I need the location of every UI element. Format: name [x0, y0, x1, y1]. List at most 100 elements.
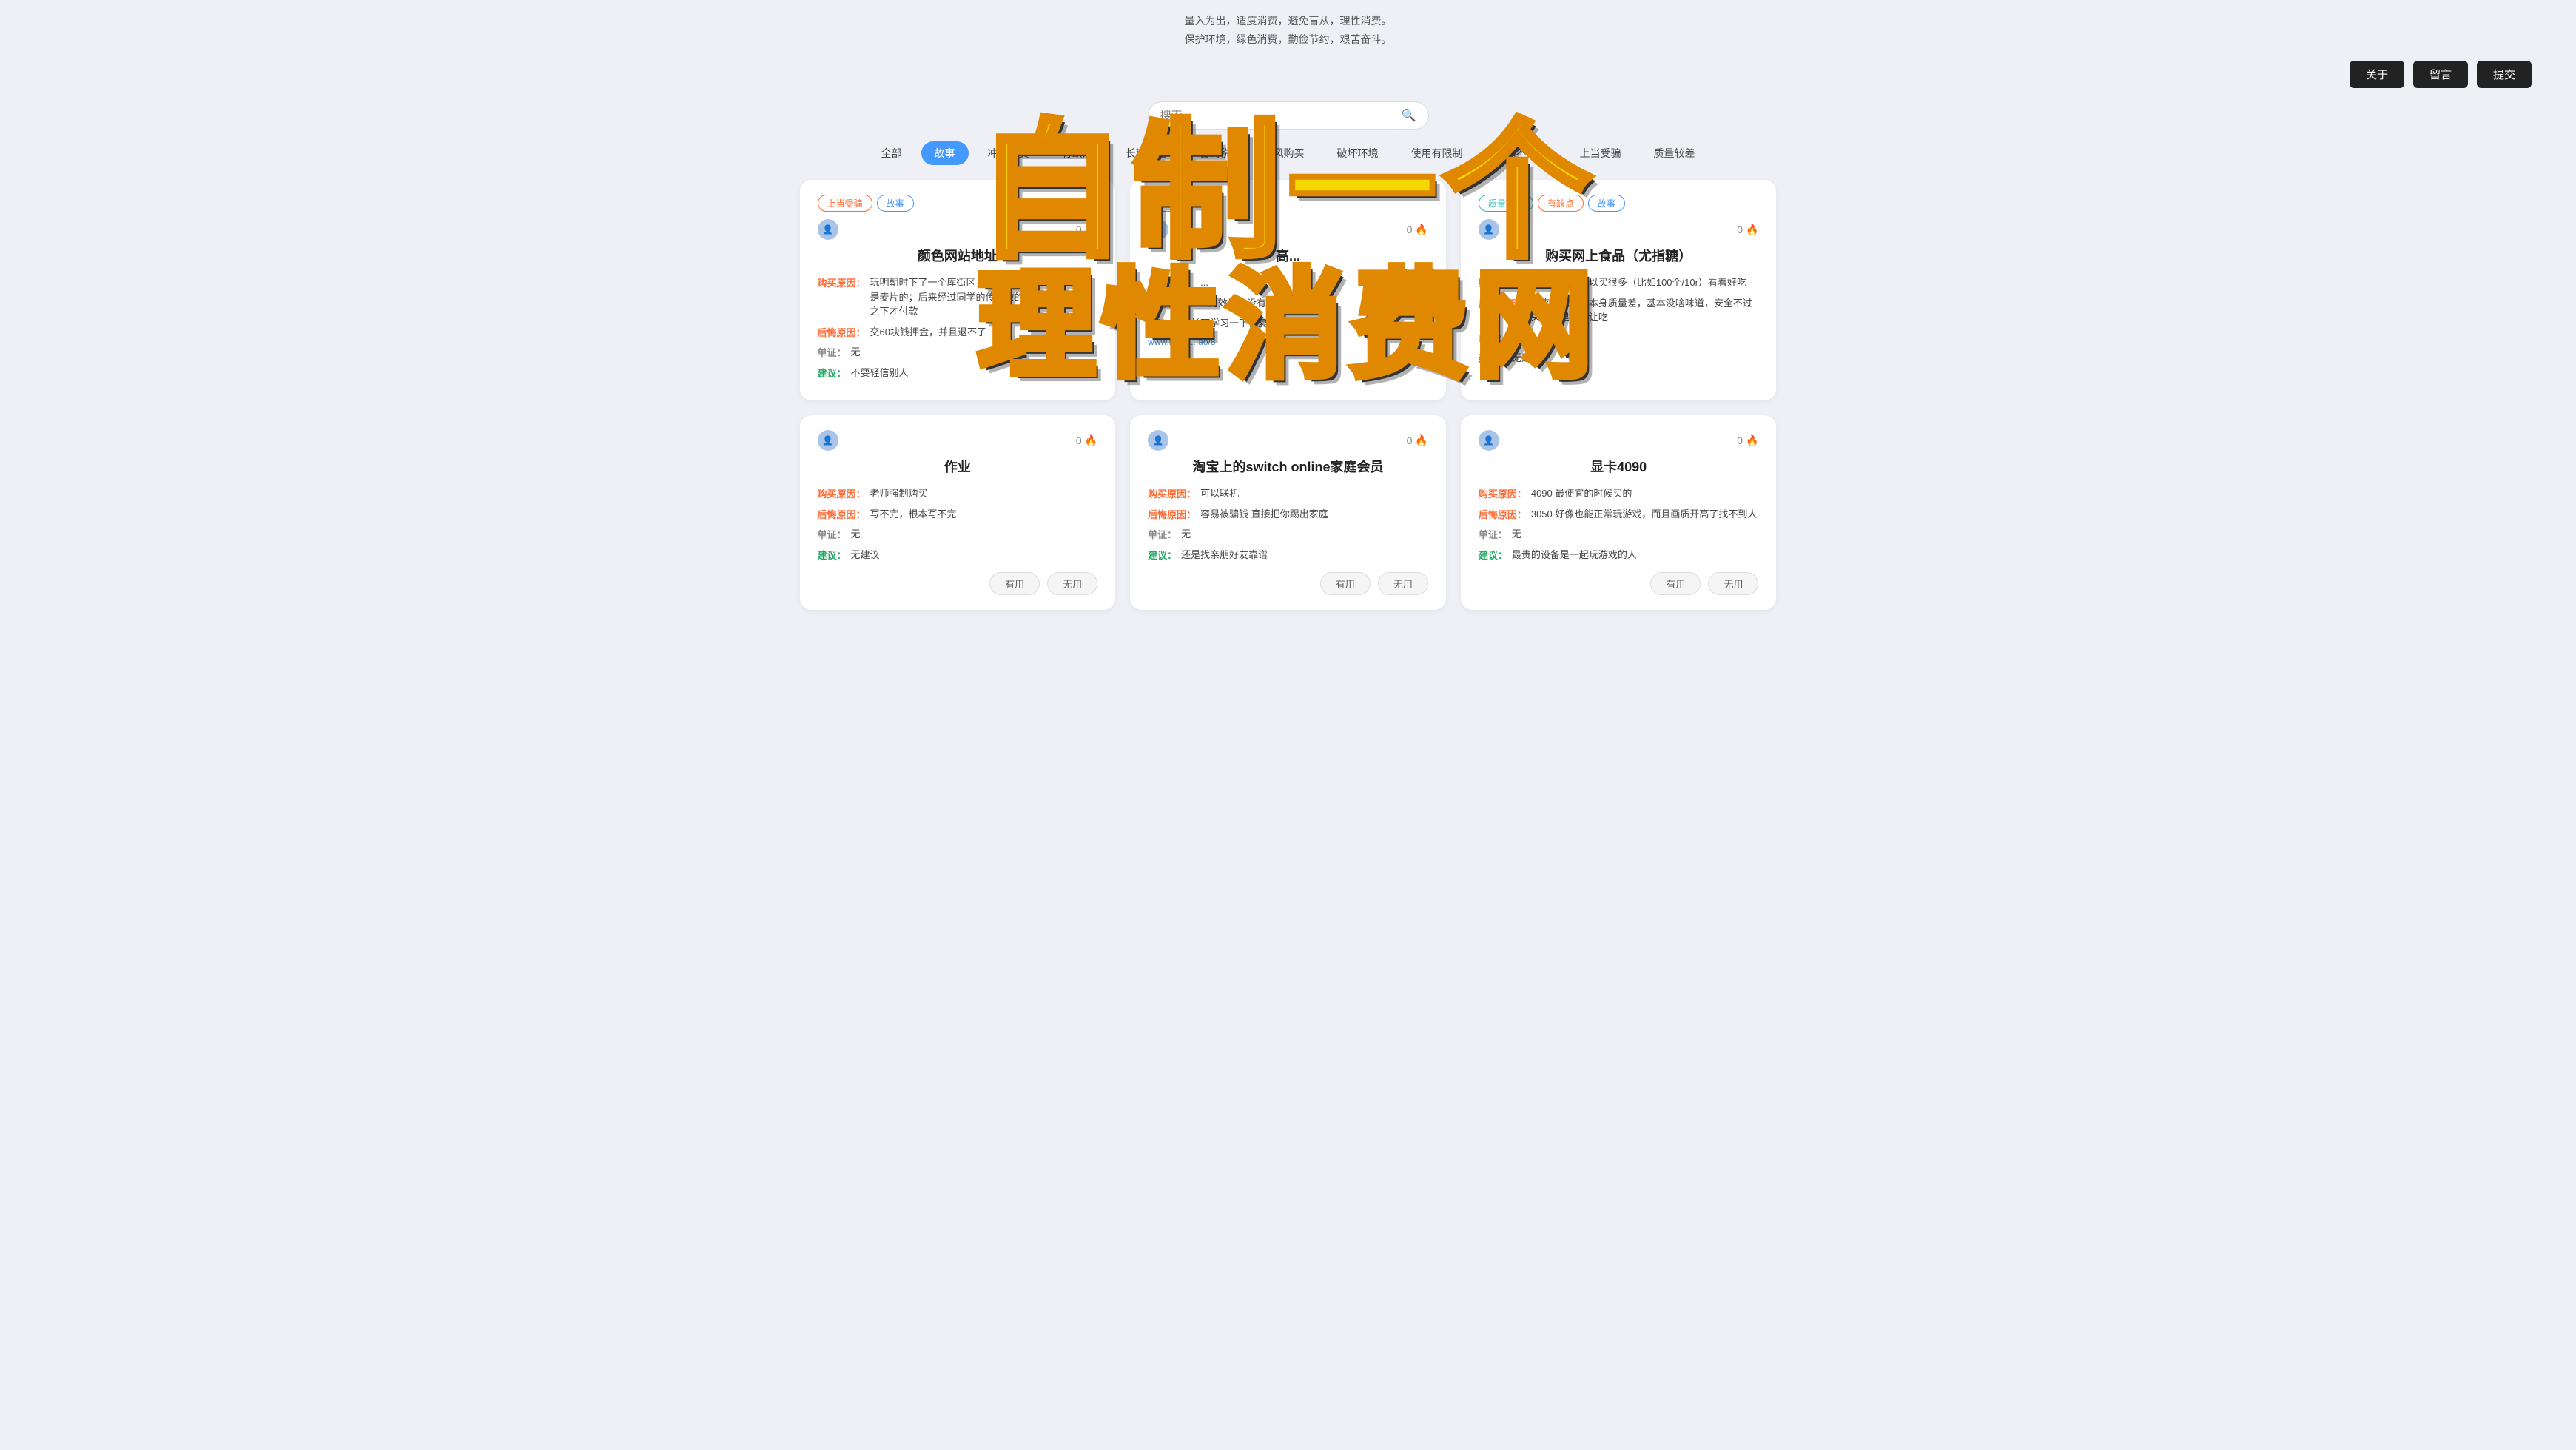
card-6: 👤 0 🔥 显卡4090 购买原因： 4090 最便宜的时候买的 后悔原因： 3…: [1461, 415, 1777, 610]
card-6-regret: 后悔原因： 3050 好像也能正常玩游戏，而且画质开高了找不到人: [1479, 507, 1759, 522]
tab-story[interactable]: 故事: [921, 141, 969, 165]
card-2-tags: 故事: [1148, 195, 1428, 212]
card-5: 👤 0 🔥 淘宝上的switch online家庭会员 购买原因： 可以联机 后…: [1130, 415, 1446, 610]
tab-limited[interactable]: 使用有限制: [1398, 141, 1476, 165]
advice-label-4: 建议：: [818, 548, 847, 562]
buy-value-6: 4090 最便宜的时候买的: [1531, 486, 1632, 501]
useful-btn-6[interactable]: 有用: [1650, 572, 1701, 595]
card-6-title: 显卡4090: [1479, 457, 1759, 476]
card-4-header: 👤 0 🔥: [818, 430, 1098, 451]
card-3-title: 购买网上食品（尤指糖）: [1479, 246, 1759, 265]
advice-value-4: 无建议: [851, 548, 880, 563]
card-6-buy: 购买原因： 4090 最便宜的时候买的: [1479, 486, 1759, 501]
buy-label-6: 购买原因：: [1479, 486, 1527, 500]
buy-value-4: 老师强制购买: [870, 486, 928, 501]
tab-all[interactable]: 全部: [868, 141, 915, 165]
tab-impulse[interactable]: 冲动消费: [975, 141, 1043, 165]
buy-label-4: 购买原因：: [818, 486, 866, 500]
guestbook-button[interactable]: 留言: [2413, 61, 2468, 88]
regret-value-4: 写不完，根本写不完: [870, 507, 957, 522]
useless-btn-5[interactable]: 无用: [1378, 572, 1428, 595]
cert-value: 无: [851, 345, 861, 360]
avatar-6: 👤: [1479, 430, 1499, 451]
tag-story: 故事: [877, 195, 914, 212]
tab-scam[interactable]: 需求不明确: [1482, 141, 1561, 165]
card-5-header: 👤 0 🔥: [1148, 430, 1428, 451]
cert-label-5: 单证：: [1148, 527, 1177, 541]
advice-label: 建议：: [818, 366, 847, 380]
tag-scam: 上当受骗: [818, 195, 872, 212]
card-6-cert: 单证： 无: [1479, 527, 1759, 542]
avatar-5: 👤: [1148, 430, 1168, 451]
useless-btn-6[interactable]: 无用: [1708, 572, 1758, 595]
fire-count-4: 0 🔥: [1076, 434, 1097, 447]
regret-value-6: 3050 好像也能正常玩游戏，而且画质开高了找不到人: [1531, 507, 1758, 522]
tag-quality: 质量较差: [1479, 195, 1533, 212]
useful-btn-5[interactable]: 有用: [1320, 572, 1371, 595]
cert-value-3: 无: [1512, 331, 1521, 346]
card-3-regret: 后悔原因： 后来发现东西本身质量差，基本没啥味道，安全不过关，家里人不让吃: [1479, 296, 1759, 325]
card-5-advice: 建议： 还是找亲朋好友靠谱: [1148, 548, 1428, 563]
search-icon: 🔍: [1402, 108, 1416, 123]
advice-value-5: 还是找亲朋好友靠谱: [1181, 548, 1268, 563]
card-5-buy: 购买原因： 可以联机: [1148, 486, 1428, 501]
advice-label-6: 建议：: [1479, 548, 1507, 562]
advice-value-2: 家长可学习一下恢复默认系: [1181, 316, 1297, 331]
buy-label-2: 购买原因：: [1148, 275, 1196, 289]
cert-label-4: 单证：: [818, 527, 847, 541]
card-2-buy: 购买原因： ...: [1148, 275, 1428, 290]
card-2-title: 高...: [1148, 246, 1428, 265]
tag-defect: 有缺点: [1538, 195, 1584, 212]
buy-value: 玩明朝时下了一个库街区，里面有个qq群号，加了，是麦片的；后来经过同学的传图做的…: [870, 275, 1098, 319]
regret-label-3: 后悔原因：: [1479, 296, 1527, 310]
regret-label-4: 后悔原因：: [818, 507, 866, 521]
cert-value-4: 无: [851, 527, 861, 542]
submit-button[interactable]: 提交: [2477, 61, 2532, 88]
fire-count-1: 0 🔥: [1076, 224, 1097, 236]
regret-value-2: ...的效果也没有: [1200, 296, 1266, 311]
link-ref-2: www.bilibili...ao/8: [1148, 337, 1215, 347]
card-3-tags: 质量较差 有缺点 故事: [1479, 195, 1759, 212]
card-2-header: 👤 0 🔥: [1148, 219, 1428, 240]
buy-label-5: 购买原因：: [1148, 486, 1196, 500]
card-4-buy: 购买原因： 老师强制购买: [818, 486, 1098, 501]
about-button[interactable]: 关于: [2350, 61, 2404, 88]
tab-env[interactable]: 破坏环境: [1324, 141, 1392, 165]
fire-count-3: 0 🔥: [1737, 224, 1758, 236]
fire-icon-6: 🔥: [1746, 434, 1758, 447]
card-2: 故事 👤 0 🔥 高... 购买原因： ... 后悔原因： ...的效果也没有 …: [1130, 180, 1446, 400]
tab-idle[interactable]: 长期闲置: [1112, 141, 1180, 165]
cert-label-3: 单证：: [1479, 331, 1507, 345]
useless-btn-4[interactable]: 无用: [1047, 572, 1097, 595]
card-5-footer: 有用 无用: [1148, 572, 1428, 595]
card-4-footer: 有用 无用: [818, 572, 1098, 595]
tagline: 量入为出，适度消费，避免盲从，理性消费。 保护环境，绿色消费，勤俭节约，艰苦奋斗…: [0, 0, 2576, 55]
regret-value-5: 容易被骗钱 直接把你踢出家庭: [1200, 507, 1328, 522]
card-3-header: 👤 0 🔥: [1479, 219, 1759, 240]
card-3-buy: 购买原因： 用很少的钱可以买很多（比如100个/10r）看着好吃: [1479, 275, 1759, 290]
nav-bar: 关于 留言 提交: [0, 55, 2576, 94]
useful-btn-4[interactable]: 有用: [989, 572, 1040, 595]
card-6-advice: 建议： 最贵的设备是一起玩游戏的人: [1479, 548, 1759, 563]
tab-follow[interactable]: 跟风购买: [1250, 141, 1318, 165]
card-3-cert: 单证： 无: [1479, 331, 1759, 346]
fire-icon-5: 🔥: [1415, 434, 1427, 447]
tab-quality[interactable]: 质量较差: [1641, 141, 1709, 165]
regret-value-3: 后来发现东西本身质量差，基本没啥味道，安全不过关，家里人不让吃: [1531, 296, 1759, 325]
buy-value-2: ...: [1200, 275, 1208, 290]
advice-value: 不要轻信别人: [851, 366, 909, 380]
tab-tricked[interactable]: 上当受骗: [1567, 141, 1635, 165]
avatar-2: 👤: [1148, 219, 1168, 240]
search-area: 🔍: [0, 101, 2576, 130]
card-2-advice: 建议： 家长可学习一下恢复默认系: [1148, 316, 1428, 331]
search-input[interactable]: [1160, 110, 1402, 122]
search-bar-container: 🔍: [1148, 101, 1429, 130]
tab-tax[interactable]: 智商税: [1186, 141, 1244, 165]
cert-value-5: 无: [1181, 527, 1191, 542]
avatar-4: 👤: [818, 430, 838, 451]
card-1: 上当受骗 故事 👤 0 🔥 颜色网站地址 购买原因： 玩明朝时下了一个库街区，里…: [800, 180, 1116, 400]
card-5-title: 淘宝上的switch online家庭会员: [1148, 457, 1428, 476]
card-5-cert: 单证： 无: [1148, 527, 1428, 542]
tab-defect[interactable]: 有缺点: [1049, 141, 1106, 165]
card-2-regret: 后悔原因： ...的效果也没有: [1148, 296, 1428, 311]
